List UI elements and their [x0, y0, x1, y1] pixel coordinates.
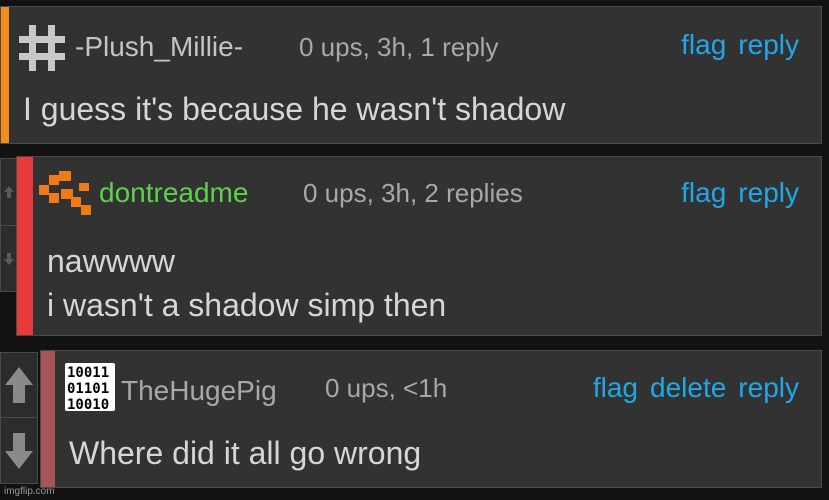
reply-link[interactable]: reply [738, 29, 799, 61]
comment-meta: 0 ups, 3h, 1 reply [299, 32, 499, 62]
delete-link[interactable]: delete [650, 372, 726, 404]
comment-body-line: i wasn't a shadow simp then [47, 287, 447, 323]
orange-pixel-icon[interactable] [39, 171, 95, 215]
arrow-up-icon [5, 367, 33, 403]
comment-actions: flag delete reply [593, 372, 799, 404]
downvote-button[interactable] [1, 225, 17, 292]
comment-meta: 0 ups, 3h, 2 replies [303, 178, 523, 208]
binary-icon[interactable]: 10011 01101 10010 [65, 363, 115, 413]
comment-body-line: Where did it all go wrong [69, 435, 422, 471]
comment-body: I guess it's because he wasn't shadow [23, 87, 565, 131]
flag-link[interactable]: flag [681, 177, 726, 209]
arrow-down-icon [4, 253, 14, 265]
comment-accent-bar [17, 157, 33, 335]
comment-body: nawwww i wasn't a shadow simp then [47, 239, 446, 327]
comment-card: dontreadme 0 ups, 3h, 2 replies flag rep… [16, 156, 822, 336]
comment-body-line: I guess it's because he wasn't shadow [23, 91, 566, 127]
comment-card: 10011 01101 10010 TheHugePig 0 ups, <1h … [40, 350, 822, 488]
upvote-button[interactable] [1, 353, 37, 417]
flag-link[interactable]: flag [593, 372, 638, 404]
avatar-text-line: 10010 [67, 397, 109, 411]
comment-username[interactable]: dontreadme [99, 177, 248, 209]
hash-icon[interactable] [15, 21, 69, 75]
avatar-text-line: 01101 [67, 381, 109, 397]
comment-meta: 0 ups, <1h [325, 373, 448, 403]
comment-body: Where did it all go wrong [69, 431, 421, 475]
flag-link[interactable]: flag [681, 29, 726, 61]
reply-link[interactable]: reply [738, 177, 799, 209]
downvote-button[interactable] [1, 417, 37, 484]
vote-column [0, 352, 38, 484]
comment-username[interactable]: -Plush_Millie- [75, 31, 243, 63]
arrow-up-icon [4, 186, 14, 198]
comment-card: -Plush_Millie- 0 ups, 3h, 1 reply flag r… [0, 6, 822, 144]
comment-actions: flag reply [681, 177, 799, 209]
arrow-down-icon [5, 433, 33, 469]
comment-username[interactable]: TheHugePig [121, 375, 277, 407]
comment-actions: flag reply [681, 29, 799, 61]
reply-link[interactable]: reply [738, 372, 799, 404]
comment-body-line: nawwww [47, 243, 176, 279]
avatar-text-line: 10011 [67, 365, 109, 381]
upvote-button[interactable] [1, 159, 17, 225]
comment-accent-bar [41, 351, 55, 487]
comment-accent-bar [1, 7, 9, 143]
imgflip-watermark: imgflip.com [4, 486, 55, 497]
